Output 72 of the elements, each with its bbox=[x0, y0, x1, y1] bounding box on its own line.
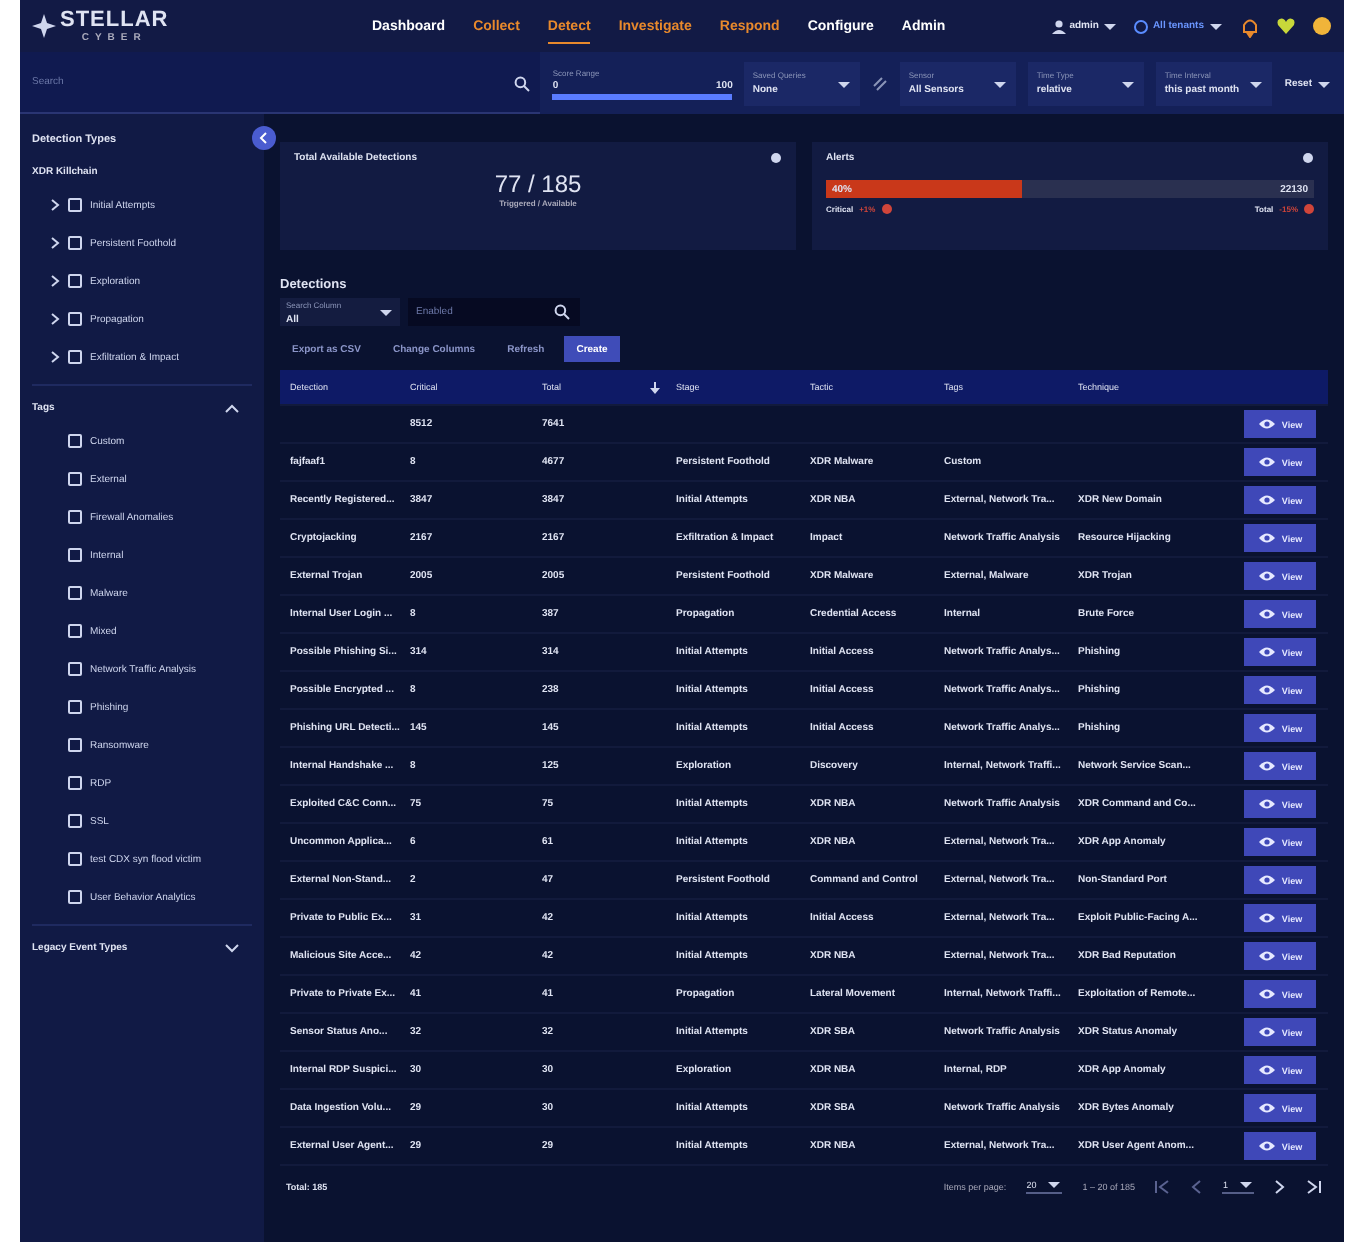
eye-icon bbox=[1257, 988, 1276, 1000]
eye-icon bbox=[1257, 1064, 1276, 1076]
user-icon bbox=[1051, 19, 1066, 33]
checkbox[interactable] bbox=[68, 814, 82, 828]
eye-icon bbox=[1257, 456, 1276, 468]
eye-icon bbox=[1257, 646, 1276, 658]
eye-icon bbox=[1257, 874, 1276, 886]
eye-icon bbox=[1257, 760, 1276, 772]
caret-icon bbox=[378, 306, 394, 318]
checkbox[interactable] bbox=[68, 548, 82, 562]
next-page-icon[interactable] bbox=[1274, 1179, 1286, 1193]
caret-icon bbox=[836, 77, 853, 89]
sort-arrow-icon[interactable] bbox=[650, 381, 660, 393]
star-logo-icon bbox=[32, 14, 56, 38]
chevron-up-icon[interactable] bbox=[224, 402, 240, 414]
slider-track[interactable] bbox=[552, 93, 733, 99]
collapse-icon[interactable] bbox=[252, 126, 276, 150]
caret-icon bbox=[1248, 77, 1265, 89]
caret-icon bbox=[1316, 77, 1332, 89]
eye-icon bbox=[1257, 1140, 1276, 1152]
logo-text: STELLAR bbox=[60, 9, 169, 31]
last-page-icon[interactable] bbox=[1306, 1179, 1322, 1193]
eye-icon bbox=[1257, 912, 1276, 924]
checkbox[interactable] bbox=[68, 510, 82, 524]
chevron-right-icon[interactable] bbox=[48, 274, 60, 288]
caret-icon bbox=[1102, 20, 1119, 32]
caret-icon bbox=[1238, 1178, 1254, 1190]
checkbox[interactable] bbox=[68, 776, 82, 790]
checkbox[interactable] bbox=[68, 274, 82, 288]
checkbox[interactable] bbox=[68, 852, 82, 866]
checkbox[interactable] bbox=[68, 236, 82, 250]
eye-icon bbox=[1257, 722, 1276, 734]
chevron-right-icon[interactable] bbox=[48, 350, 60, 364]
eye-icon bbox=[1257, 494, 1276, 506]
eye-icon bbox=[1257, 950, 1276, 962]
checkbox[interactable] bbox=[68, 738, 82, 752]
eye-icon bbox=[1257, 836, 1276, 848]
chevron-down-icon[interactable] bbox=[224, 942, 240, 954]
search-icon[interactable] bbox=[514, 75, 531, 91]
eye-icon bbox=[1257, 570, 1276, 582]
status-dot-icon[interactable] bbox=[1312, 16, 1332, 36]
heart-icon[interactable] bbox=[1276, 16, 1296, 36]
checkbox[interactable] bbox=[68, 624, 82, 638]
checkbox[interactable] bbox=[68, 586, 82, 600]
globe-icon bbox=[1134, 19, 1149, 33]
checkbox[interactable] bbox=[68, 312, 82, 326]
previous-page-icon[interactable] bbox=[1190, 1179, 1203, 1193]
eye-icon bbox=[1257, 1026, 1276, 1038]
chevron-right-icon[interactable] bbox=[48, 312, 60, 326]
checkbox[interactable] bbox=[68, 662, 82, 676]
checkbox[interactable] bbox=[68, 700, 82, 714]
caret-icon bbox=[1046, 1178, 1063, 1190]
eye-icon bbox=[1257, 418, 1276, 430]
eye-icon bbox=[1257, 1102, 1276, 1114]
checkbox[interactable] bbox=[68, 472, 82, 486]
search-icon[interactable] bbox=[554, 304, 570, 320]
checkbox[interactable] bbox=[68, 434, 82, 448]
eye-icon bbox=[1257, 798, 1276, 810]
eye-icon bbox=[1257, 532, 1276, 544]
detection-count: 77 / 185 bbox=[494, 170, 582, 198]
eye-icon bbox=[1257, 684, 1276, 696]
eye-icon bbox=[1257, 608, 1276, 620]
caret-icon bbox=[1120, 77, 1137, 89]
bell-icon[interactable] bbox=[1240, 15, 1260, 37]
caret-icon bbox=[1208, 20, 1224, 32]
checkbox[interactable] bbox=[68, 198, 82, 212]
chevron-right-icon[interactable] bbox=[48, 236, 60, 250]
checkbox[interactable] bbox=[68, 890, 82, 904]
chevron-right-icon[interactable] bbox=[48, 198, 60, 212]
caret-icon bbox=[992, 77, 1009, 89]
checkbox[interactable] bbox=[68, 350, 82, 364]
first-page-icon[interactable] bbox=[1154, 1179, 1171, 1193]
